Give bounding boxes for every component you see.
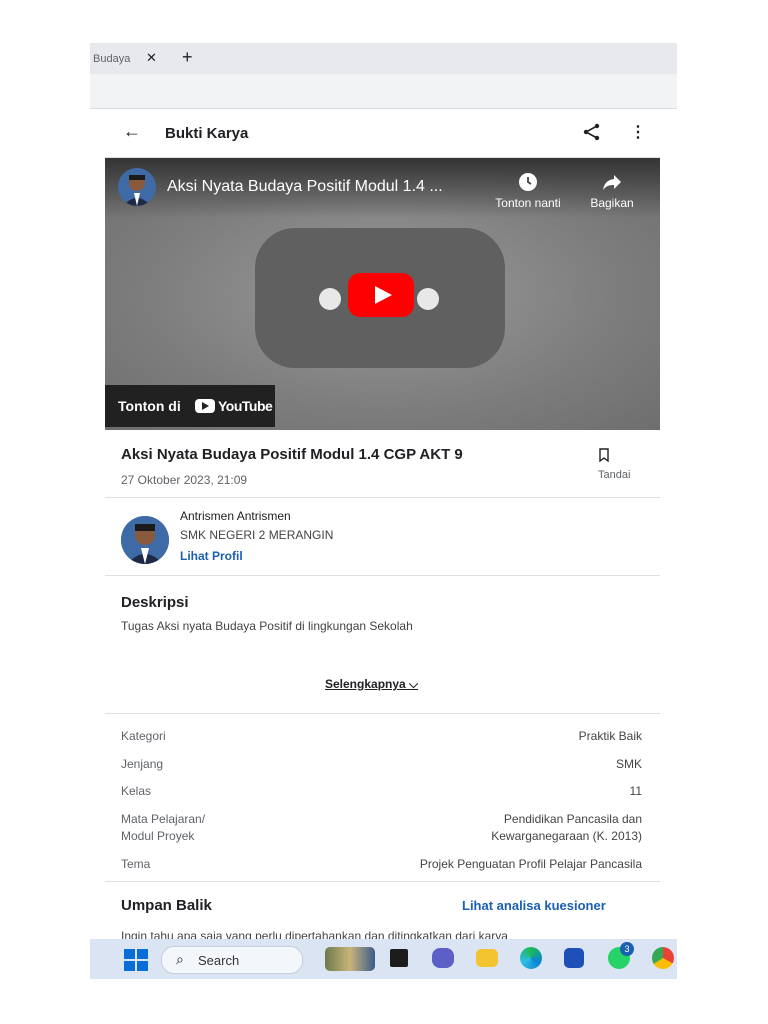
channel-avatar[interactable] <box>118 168 156 206</box>
level-label: Jenjang <box>121 757 164 771</box>
browser-toolbar <box>90 74 677 109</box>
watch-on-youtube-button[interactable]: Tonton di YouTube <box>105 385 275 427</box>
forward-arrow-icon <box>603 175 621 190</box>
file-explorer-icon[interactable] <box>476 949 498 967</box>
read-more-link[interactable]: Selengkapnya ⌵ <box>325 677 418 692</box>
video-embed[interactable]: Aksi Nyata Budaya Positif Modul 1.4 ... … <box>105 158 660 430</box>
placeholder-dot <box>417 288 439 310</box>
divider <box>105 575 660 576</box>
new-tab-icon[interactable]: + <box>182 47 193 68</box>
watch-later-button[interactable]: Tonton nanti <box>483 171 573 210</box>
level-value: SMK <box>615 757 642 771</box>
post-date: 27 Oktober 2023, 21:09 <box>121 473 248 487</box>
author-avatar[interactable] <box>121 516 169 564</box>
app-header: ← Bukti Karya ⋮ <box>105 109 660 158</box>
subject-value-line1: Pendidikan Pancasila dan <box>503 812 642 826</box>
divider <box>105 881 660 882</box>
category-label: Kategori <box>121 729 166 743</box>
divider <box>105 497 660 498</box>
page-title: Bukti Karya <box>165 125 249 142</box>
taskbar: ⌕ Search 3 <box>90 939 677 979</box>
share-icon[interactable] <box>582 122 602 147</box>
chrome-icon[interactable] <box>652 947 674 969</box>
edge-icon[interactable] <box>520 947 542 969</box>
search-icon: ⌕ <box>176 951 184 967</box>
search-label: Search <box>198 953 240 968</box>
news-widget-icon[interactable] <box>325 947 375 971</box>
taskbar-search-box[interactable]: ⌕ Search <box>161 946 303 974</box>
video-share-button[interactable]: Bagikan <box>567 171 657 210</box>
bookmark-icon[interactable] <box>598 448 610 467</box>
subject-value-line2: Kewarganegaraan (K. 2013) <box>491 829 642 843</box>
feedback-heading: Umpan Balik <box>121 897 212 914</box>
post-title: Aksi Nyata Budaya Positif Modul 1.4 CGP … <box>121 446 463 463</box>
watch-on-label: Tonton di <box>118 398 181 414</box>
youtube-logo-play-icon <box>202 402 209 410</box>
questionnaire-analysis-link[interactable]: Lihat analisa kuesioner <box>462 898 606 913</box>
class-value: 11 <box>629 784 642 798</box>
view-profile-link[interactable]: Lihat Profil <box>180 549 243 563</box>
task-view-icon[interactable] <box>390 949 408 967</box>
watch-later-label: Tonton nanti <box>495 196 561 210</box>
chevron-down-icon: ⌵ <box>409 677 419 691</box>
read-more-label: Selengkapnya <box>325 677 406 691</box>
author-school: SMK NEGERI 2 MERANGIN <box>180 528 334 542</box>
chat-icon[interactable] <box>432 948 454 968</box>
bookmark-label[interactable]: Tandai <box>598 469 630 481</box>
more-options-icon[interactable]: ⋮ <box>630 122 646 142</box>
placeholder-dot <box>319 288 341 310</box>
notification-badge: 3 <box>620 942 634 956</box>
subject-label-line1: Mata Pelajaran/ <box>121 812 206 826</box>
store-icon[interactable] <box>564 948 584 968</box>
windows-start-icon[interactable] <box>124 949 148 971</box>
youtube-wordmark: YouTube <box>218 398 273 414</box>
class-label: Kelas <box>121 784 152 798</box>
video-title[interactable]: Aksi Nyata Budaya Positif Modul 1.4 ... <box>167 178 443 196</box>
divider <box>105 713 660 714</box>
page: ← Bukti Karya ⋮ Aksi Nyata Budaya Positi… <box>105 109 660 939</box>
clock-icon <box>519 173 537 191</box>
description-heading: Deskripsi <box>121 594 189 611</box>
back-arrow-icon[interactable]: ← <box>123 121 141 142</box>
subject-label-line2: Modul Proyek <box>121 829 195 843</box>
author-name: Antrismen Antrismen <box>180 509 291 523</box>
tab-title[interactable]: Budaya <box>93 53 130 65</box>
theme-value: Projek Penguatan Profil Pelajar Pancasil… <box>419 857 642 871</box>
description-text: Tugas Aksi nyata Budaya Positif di lingk… <box>121 619 413 633</box>
category-value: Praktik Baik <box>578 729 642 743</box>
tab-close-icon[interactable]: ✕ <box>146 50 157 66</box>
theme-label: Tema <box>121 857 151 871</box>
play-icon <box>375 286 392 304</box>
feedback-text: Ingin tahu apa saja yang perlu dipertaha… <box>121 929 508 939</box>
tab-strip: Budaya ✕ + <box>90 43 677 74</box>
video-share-label: Bagikan <box>590 196 634 210</box>
